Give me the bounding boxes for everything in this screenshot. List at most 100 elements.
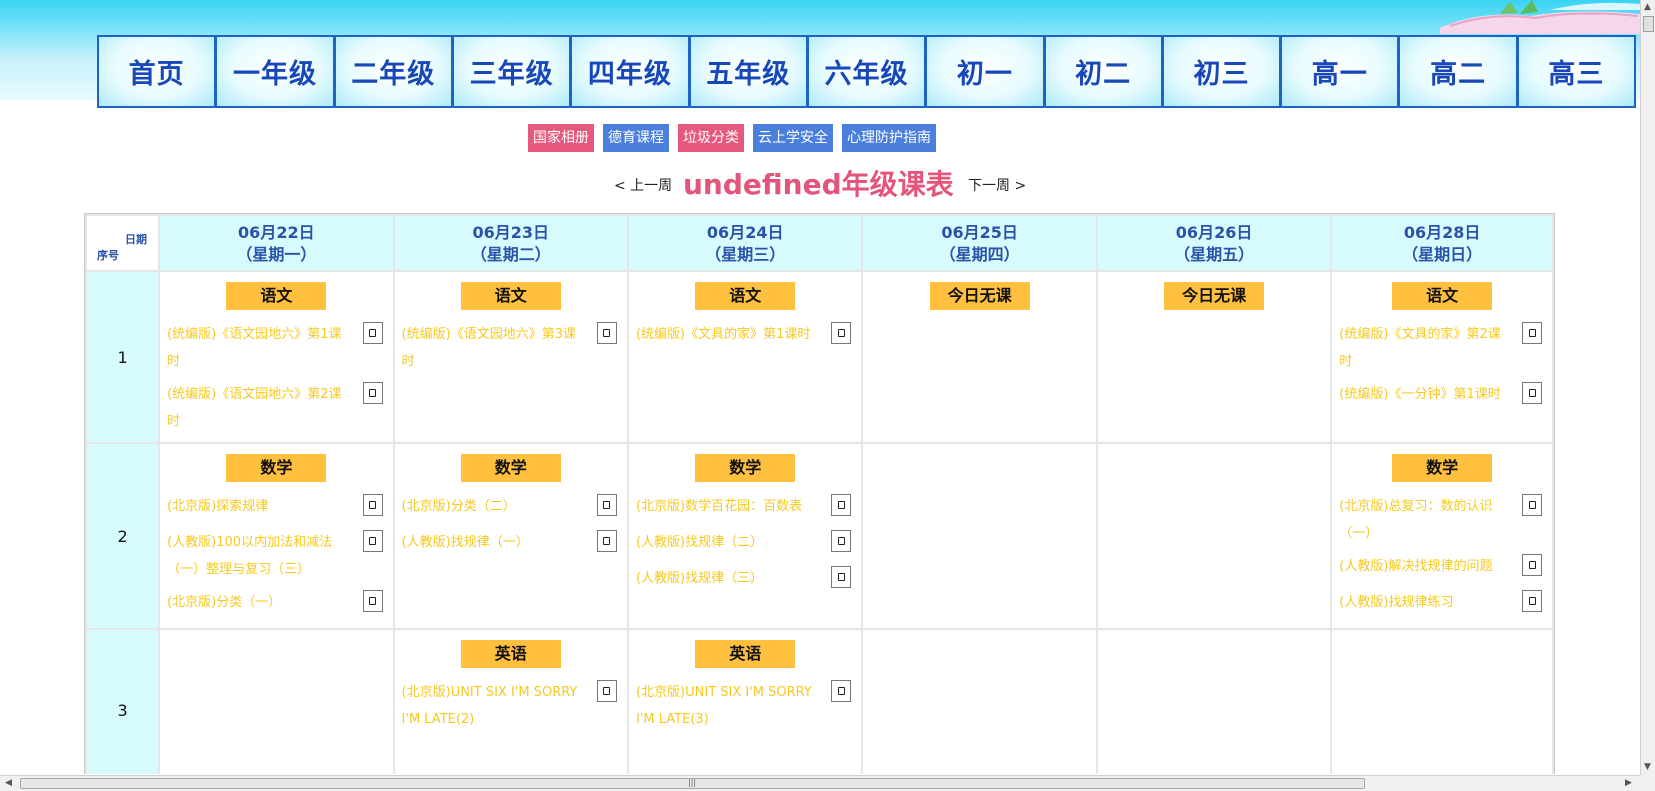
lesson-title[interactable]: (北京版)数学百花园：百数表 [636,499,802,514]
topic-link-button[interactable]: 云上学安全 [753,124,833,152]
day-date: 06月24日 [706,223,784,242]
lesson-title[interactable]: (北京版)分类（一） [167,595,281,610]
nav-tab-12[interactable]: 高三 [1518,37,1635,106]
lesson-item[interactable]: (北京版)UNIT SIX I'M SORRY I'M LATE(2) [395,676,627,736]
previous-week-link[interactable]: < 上一周 [614,175,672,195]
lesson-title[interactable]: (人教版)找规律（一） [402,535,529,550]
lesson-title[interactable]: (人教版)解决找规律的问题 [1339,559,1492,574]
scroll-right-icon[interactable]: ▶ [1625,778,1632,788]
nav-tab-3[interactable]: 三年级 [453,37,570,106]
lesson-item[interactable]: (统编版)《语文园地六》第3课时 [395,318,627,378]
play-video-icon[interactable] [1522,382,1542,404]
lesson-title[interactable]: (北京版)UNIT SIX I'M SORRY I'M LATE(3) [636,685,812,727]
subject-badge: 语文 [226,282,327,310]
scroll-down-icon[interactable]: ▼ [1644,762,1651,772]
lesson-item[interactable]: (人教版)找规律（二） [629,526,861,562]
nav-tab-10[interactable]: 高一 [1282,37,1398,106]
play-video-icon[interactable] [831,680,852,702]
play-video-icon[interactable] [1522,554,1542,576]
nav-tab-7[interactable]: 初一 [927,37,1043,106]
lesson-title[interactable]: (统编版)《语文园地六》第2课时 [167,387,341,429]
nav-tab-6[interactable]: 六年级 [808,37,925,106]
day-weekday: （星期四） [939,245,1020,264]
topic-link-button[interactable]: 国家相册 [528,124,594,152]
lesson-item[interactable]: (北京版)UNIT SIX I'M SORRY I'M LATE(3) [629,676,861,736]
scroll-left-icon[interactable]: ◀ [5,778,12,788]
table-row: 3 英语 (北京版)UNIT SIX I'M SORRY I'M LATE(2) 英语… [87,630,1552,774]
lesson-item[interactable]: (人教版)100以内加法和减法（一）整理与复习（三） [160,526,392,586]
lesson-title[interactable]: (北京版)探索规律 [167,499,268,514]
play-video-icon[interactable] [596,322,617,344]
topic-link-button[interactable]: 心理防护指南 [842,124,936,152]
day-date: 06月28日 [1403,223,1481,242]
play-video-icon[interactable] [596,680,617,702]
device-glyph [837,329,845,337]
lesson-title[interactable]: (北京版)分类（二） [402,499,516,514]
play-video-icon[interactable] [362,494,383,516]
schedule-cell: 语文 (统编版)《语文园地六》第3课时 [394,272,627,442]
device-glyph [369,389,377,397]
lesson-title[interactable]: (统编版)《文具的家》第1课时 [636,327,810,342]
lesson-item[interactable]: (人教版)找规律练习 [1332,586,1552,622]
lesson-item[interactable]: (统编版)《语文园地六》第1课时 [160,318,392,378]
play-video-icon[interactable] [596,494,617,516]
lesson-item[interactable]: (统编版)《一分钟》第1课时 [1332,378,1552,414]
play-video-icon[interactable] [1522,590,1542,612]
nav-tab-5[interactable]: 五年级 [690,37,806,106]
play-video-icon[interactable] [362,530,383,552]
play-video-icon[interactable] [831,494,852,516]
lesson-item[interactable]: (北京版)总复习：数的认识（一） [1332,490,1552,550]
lesson-title[interactable]: (统编版)《一分钟》第1课时 [1339,387,1500,402]
play-video-icon[interactable] [362,382,383,404]
lesson-title[interactable]: (人教版)找规律练习 [1339,595,1453,610]
schedule-cell: 语文 (统编版)《文具的家》第1课时 [628,272,862,442]
play-video-icon[interactable] [362,590,383,612]
lesson-item[interactable]: (北京版)数学百花园：百数表 [629,490,861,526]
lesson-item[interactable]: (人教版)找规律（一） [395,526,627,562]
lesson-title[interactable]: (人教版)找规律（二） [636,535,763,550]
lesson-title[interactable]: (人教版)100以内加法和减法（一）整理与复习（三） [167,535,332,577]
schedule-cell: 数学 (北京版)探索规律 (人教版)100以内加法和减法（一）整理与复习（三） (北京… [160,444,393,628]
lesson-title[interactable]: (人教版)找规律（三） [636,571,763,586]
lesson-title[interactable]: (北京版)总复习：数的认识（一） [1339,499,1492,541]
vertical-scroll-thumb[interactable] [1643,16,1654,32]
lesson-title[interactable]: (统编版)《语文园地六》第1课时 [167,327,341,369]
nav-tab-4[interactable]: 四年级 [572,37,688,106]
lesson-item[interactable]: (统编版)《文具的家》第1课时 [629,318,861,354]
lesson-item[interactable]: (统编版)《语文园地六》第2课时 [160,378,392,438]
subject-badge: 数学 [226,454,327,482]
nav-tab-11[interactable]: 高二 [1400,37,1516,106]
play-video-icon[interactable] [831,530,852,552]
lesson-item[interactable]: (人教版)找规律（三） [629,562,861,598]
play-video-icon[interactable] [362,322,383,344]
device-glyph [603,687,611,695]
play-video-icon[interactable] [831,566,852,588]
lesson-item[interactable]: (北京版)分类（二） [395,490,627,526]
next-week-link[interactable]: 下一周 > [968,175,1026,195]
play-video-icon[interactable] [1522,494,1542,516]
play-video-icon[interactable] [831,322,852,344]
nav-tab-1[interactable]: 一年级 [217,37,333,106]
horizontal-scrollbar[interactable]: ◀ ||| ▶ [0,775,1640,791]
lesson-title[interactable]: (北京版)UNIT SIX I'M SORRY I'M LATE(2) [402,685,578,727]
grade-navigation: 首页 一年级 二年级 三年级 四年级 五年级 六年级 初一 初二 初三 高一 高二 高三 [97,35,1636,108]
nav-tab-2[interactable]: 二年级 [335,37,451,106]
play-video-icon[interactable] [596,530,617,552]
play-video-icon[interactable] [1522,322,1542,344]
lesson-title[interactable]: (统编版)《文具的家》第2课时 [1339,327,1500,369]
lesson-title[interactable]: (统编版)《语文园地六》第3课时 [402,327,576,369]
scroll-up-icon[interactable]: ▲ [1644,2,1651,12]
nav-tab-0[interactable]: 首页 [99,37,215,106]
lesson-item[interactable]: (统编版)《文具的家》第2课时 [1332,318,1552,378]
schedule-cell: 数学 (北京版)总复习：数的认识（一） (人教版)解决找规律的问题 (人教版)找规律练… [1332,444,1552,628]
lesson-item[interactable]: (北京版)分类（一） [160,586,392,622]
topic-link-button[interactable]: 垃圾分类 [678,124,744,152]
topic-link-button[interactable]: 德育课程 [603,124,669,152]
lesson-item[interactable]: (人教版)解决找规律的问题 [1332,550,1552,586]
device-glyph [1528,501,1536,509]
nav-tab-9[interactable]: 初三 [1163,37,1280,106]
device-glyph [369,597,377,605]
vertical-scrollbar[interactable]: ▲ ▼ [1640,0,1655,775]
lesson-item[interactable]: (北京版)探索规律 [160,490,392,526]
nav-tab-8[interactable]: 初二 [1045,37,1161,106]
